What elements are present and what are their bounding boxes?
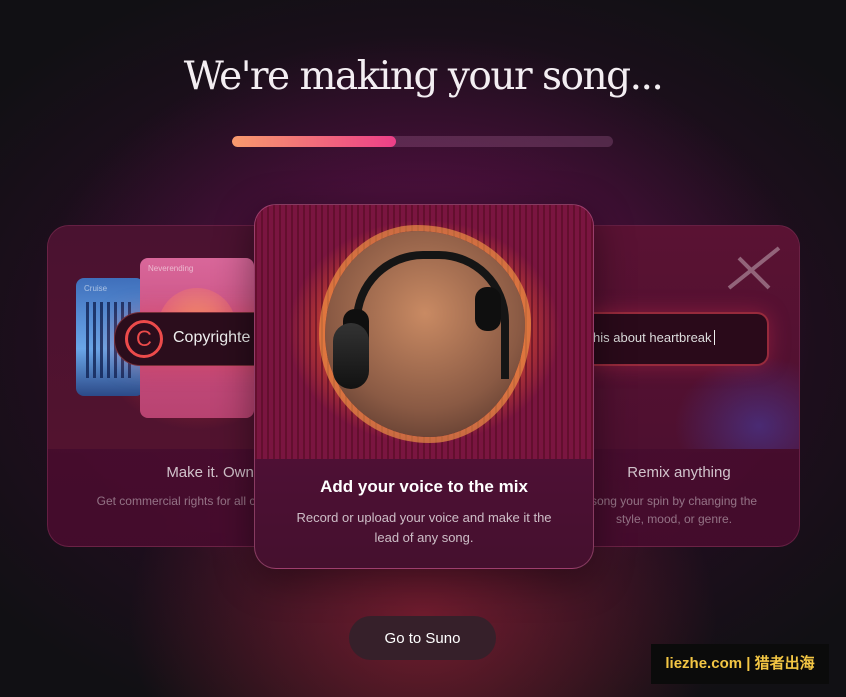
remix-prompt-field: his about heartbreak: [579, 312, 769, 366]
remix-title: Remix anything: [627, 464, 731, 481]
copyright-pill-text: Copyrighte: [173, 329, 251, 346]
progress-fill: [232, 136, 396, 147]
voice-description: Record or upload your voice and make it …: [296, 510, 552, 545]
page-title: We're making your song...: [183, 54, 664, 99]
voice-illustration: [255, 205, 593, 459]
headphone-ear-right: [475, 287, 501, 331]
go-to-suno-button[interactable]: Go to Suno: [349, 616, 496, 660]
song-thumbnail-large-label: Neverending: [148, 264, 194, 273]
voice-title: Add your voice to the mix: [320, 477, 528, 496]
remix-description: song your spin by changing the style, mo…: [590, 494, 758, 526]
copyright-icon: C: [125, 320, 163, 358]
music-note-icon: [727, 246, 781, 290]
voice-caption: Add your voice to the mix Record or uplo…: [255, 477, 593, 548]
text-caret: [713, 330, 715, 345]
remix-prompt-text: his about heartbreak: [593, 330, 715, 345]
feature-card-voice: Add your voice to the mix Record or uplo…: [254, 204, 594, 569]
watermark: liezhe.com | 猎者出海: [651, 644, 829, 684]
microphone-icon: [333, 323, 369, 389]
progress-bar: [232, 136, 613, 147]
song-thumbnail-label: Cruise: [84, 284, 108, 293]
